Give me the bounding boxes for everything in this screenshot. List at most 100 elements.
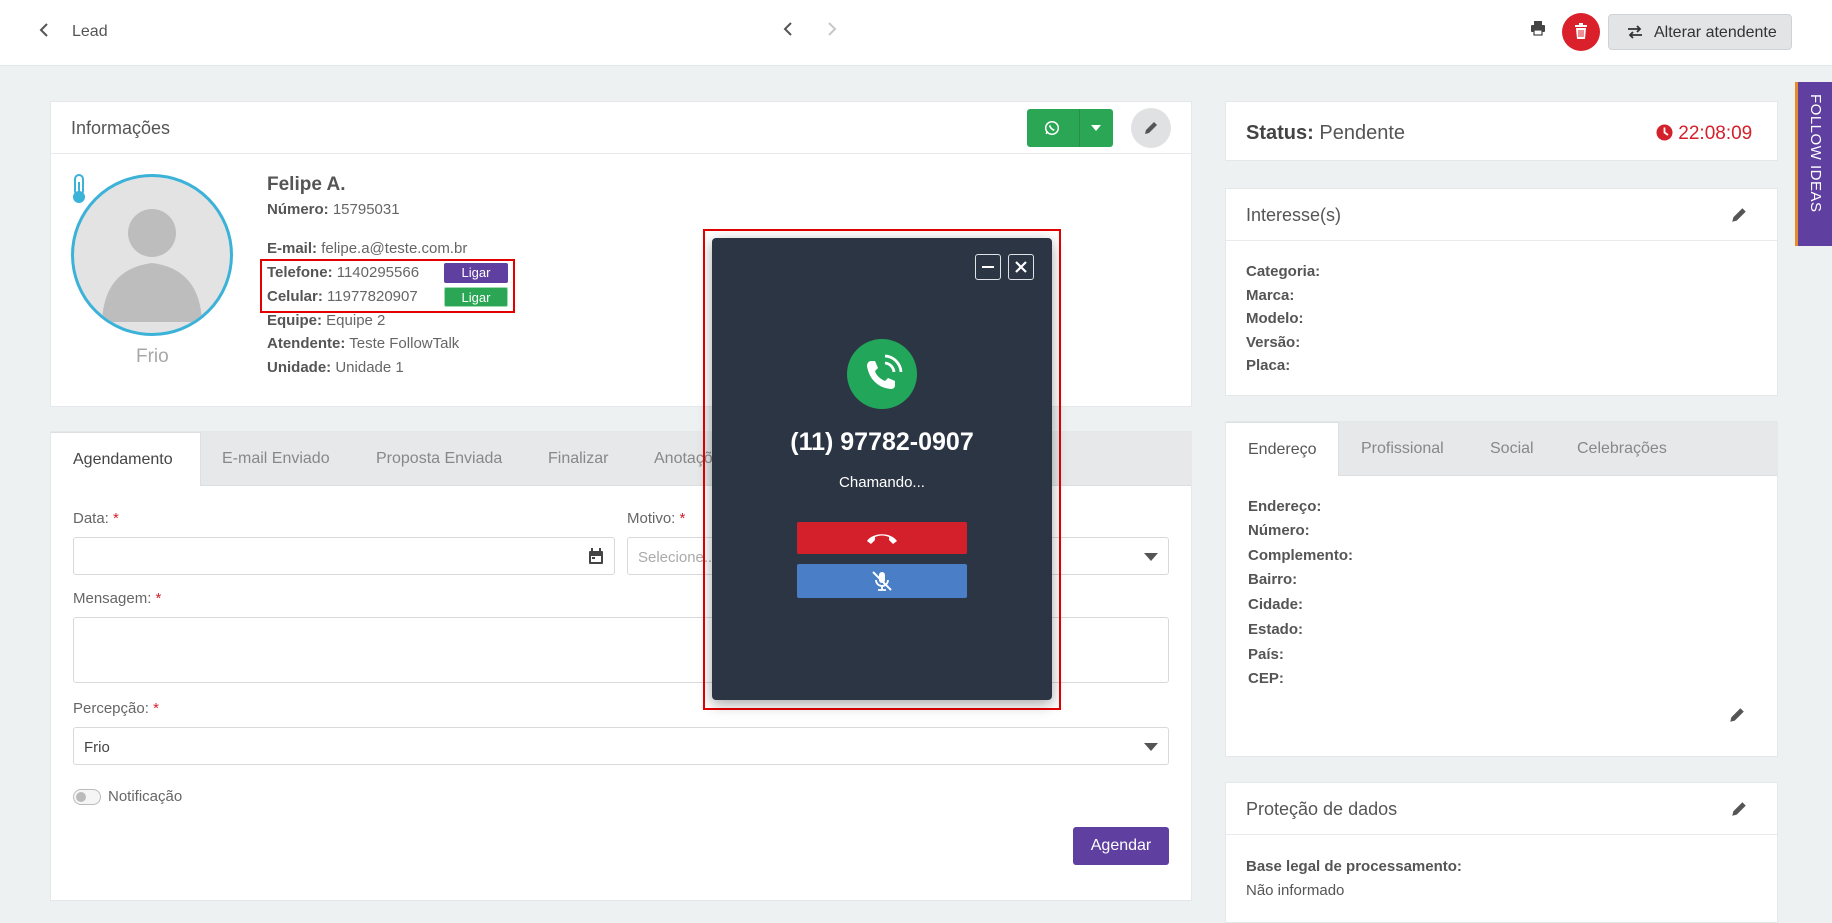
interesses-card: Interesse(s) Categoria: Marca: Modelo: V… xyxy=(1225,188,1778,396)
required-mark: * xyxy=(113,510,119,527)
whatsapp-button-divider xyxy=(1079,109,1080,147)
chevron-down-icon xyxy=(1144,553,1158,561)
back-chevron-icon[interactable] xyxy=(38,20,58,44)
bairro-label: Bairro: xyxy=(1248,571,1298,588)
lead-name: Felipe A. xyxy=(267,174,346,195)
next-lead-chevron-icon[interactable] xyxy=(826,18,838,44)
edit-lead-button[interactable] xyxy=(1131,108,1171,148)
categoria-label: Categoria: xyxy=(1246,263,1321,280)
follow-ideas-label: FOLLOW IDEAS xyxy=(1807,94,1824,213)
trash-icon xyxy=(1575,23,1587,39)
info-card-title: Informações xyxy=(71,118,171,138)
tab-celebracoes[interactable]: Celebrações xyxy=(1577,422,1687,476)
endereco-label: Endereço: xyxy=(1248,498,1322,515)
motivo-label-text: Motivo: xyxy=(627,510,676,527)
protecao-card-title: Proteção de dados xyxy=(1246,799,1398,819)
temperature-label: Frio xyxy=(136,346,169,367)
required-mark: * xyxy=(153,700,159,717)
chevron-down-icon xyxy=(1144,743,1158,751)
numero-label: Número: xyxy=(267,201,329,218)
protecao-card-header: Proteção de dados xyxy=(1226,783,1777,835)
endereco-tab-bar: Endereço Profissional Social Celebrações xyxy=(1226,422,1777,476)
avatar xyxy=(71,174,233,336)
tab-profissional[interactable]: Profissional xyxy=(1361,422,1471,476)
timer-value: 22:08:09 xyxy=(1678,123,1753,144)
base-legal-label: Base legal de processamento: xyxy=(1246,858,1462,875)
tab-finalizar[interactable]: Finalizar xyxy=(548,432,628,486)
unidade-value: Unidade 1 xyxy=(335,359,404,376)
interesses-card-title: Interesse(s) xyxy=(1246,205,1342,225)
numero-label: Número: xyxy=(1248,522,1310,539)
percepcao-value: Frio xyxy=(84,739,110,756)
call-status: Chamando... xyxy=(839,474,925,491)
pais-label: País: xyxy=(1248,646,1284,663)
agendar-button[interactable]: Agendar xyxy=(1073,827,1169,865)
close-icon xyxy=(1015,261,1027,273)
data-input[interactable] xyxy=(73,537,615,575)
user-icon xyxy=(102,209,202,322)
delete-button[interactable] xyxy=(1562,13,1600,51)
info-card-header: Informações xyxy=(51,102,1191,154)
thermometer-icon xyxy=(73,174,85,203)
close-button[interactable] xyxy=(1008,254,1034,280)
data-label: Data: * xyxy=(73,510,119,527)
protecao-card: Proteção de dados Base legal de processa… xyxy=(1225,782,1778,923)
printer-icon[interactable] xyxy=(1530,20,1552,42)
percepcao-label-text: Percepção: xyxy=(73,700,149,717)
notificacao-toggle[interactable] xyxy=(73,789,101,805)
notificacao-label: Notificação xyxy=(108,788,183,805)
mensagem-label: Mensagem: * xyxy=(73,590,161,607)
top-bar: Lead Alterar atendente xyxy=(0,0,1832,66)
previous-lead-chevron-icon[interactable] xyxy=(782,18,794,44)
equipe-label: Equipe: xyxy=(267,312,322,329)
percepcao-label: Percepção: * xyxy=(73,700,159,717)
clock-icon xyxy=(1656,124,1673,141)
placa-label: Placa: xyxy=(1246,357,1291,374)
estado-label: Estado: xyxy=(1248,621,1304,638)
percepcao-select[interactable]: Frio xyxy=(73,727,1169,765)
motivo-label: Motivo: * xyxy=(627,510,685,527)
calendar-icon[interactable] xyxy=(588,548,604,565)
required-mark: * xyxy=(155,590,162,607)
data-label-text: Data: xyxy=(73,510,109,527)
endereco-card: Endereço Profissional Social Celebrações… xyxy=(1225,421,1778,757)
status-text: Status: Pendente xyxy=(1246,122,1405,145)
numero-value: 15795031 xyxy=(332,201,400,218)
alterar-atendente-button[interactable]: Alterar atendente xyxy=(1608,14,1792,50)
status-label: Status: xyxy=(1246,122,1314,144)
required-mark: * xyxy=(679,510,686,527)
email-field: E-mail: felipe.a@teste.com.br xyxy=(267,240,467,257)
follow-ideas-side-tab[interactable]: FOLLOW IDEAS xyxy=(1795,82,1832,246)
phone-highlight-box xyxy=(260,259,515,313)
atendente-field: Atendente: Teste FollowTalk xyxy=(267,335,459,352)
timer: 22:08:09 xyxy=(1656,122,1752,145)
whatsapp-icon xyxy=(1044,120,1060,136)
pencil-icon xyxy=(1145,122,1157,134)
chevron-down-icon[interactable] xyxy=(1091,125,1101,131)
tab-social[interactable]: Social xyxy=(1490,422,1550,476)
mensagem-label-text: Mensagem: xyxy=(73,590,152,607)
complemento-label: Complemento: xyxy=(1248,547,1353,564)
unidade-label: Unidade: xyxy=(267,359,332,376)
minimize-button[interactable] xyxy=(975,254,1001,280)
hangup-button[interactable] xyxy=(797,522,967,554)
whatsapp-button[interactable] xyxy=(1027,109,1113,147)
tab-agendamento[interactable]: Agendamento xyxy=(51,432,201,486)
versao-label: Versão: xyxy=(1246,334,1301,351)
tab-endereco[interactable]: Endereço xyxy=(1226,422,1339,476)
mute-button[interactable] xyxy=(797,564,967,598)
pencil-icon[interactable] xyxy=(1728,706,1746,724)
breadcrumb-lead[interactable]: Lead xyxy=(72,23,108,41)
tab-email-enviado[interactable]: E-mail Enviado xyxy=(222,432,352,486)
cep-label: CEP: xyxy=(1248,670,1284,687)
unidade-field: Unidade: Unidade 1 xyxy=(267,359,404,376)
call-popup: (11) 97782-0907 Chamando... xyxy=(712,238,1052,700)
dialed-number: (11) 97782-0907 xyxy=(790,428,974,456)
status-card: Status: Pendente 22:08:09 xyxy=(1225,101,1778,161)
tab-proposta-enviada[interactable]: Proposta Enviada xyxy=(376,432,526,486)
phone-ringing-icon xyxy=(847,339,917,409)
marca-label: Marca: xyxy=(1246,287,1295,304)
pencil-icon[interactable] xyxy=(1730,800,1748,818)
pencil-icon[interactable] xyxy=(1730,206,1748,224)
equipe-field: Equipe: Equipe 2 xyxy=(267,312,385,329)
